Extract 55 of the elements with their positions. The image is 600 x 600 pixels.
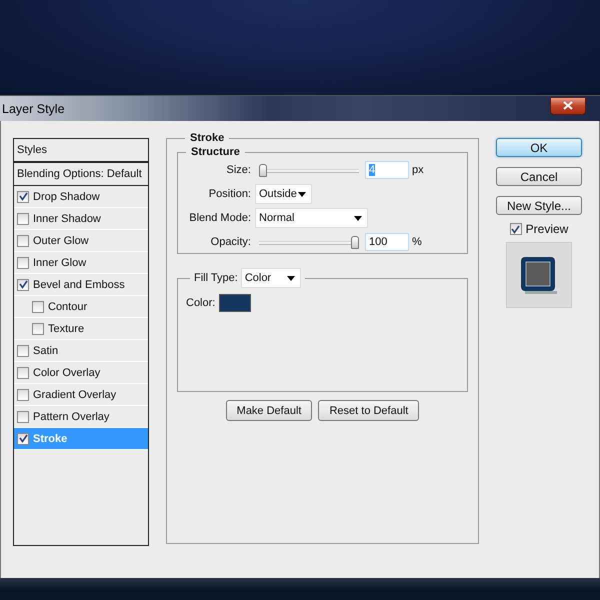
checkbox[interactable] xyxy=(17,256,29,268)
checkbox[interactable] xyxy=(17,234,29,246)
unit-label: % xyxy=(412,236,422,248)
checkbox[interactable] xyxy=(17,344,29,356)
field-label: Position: xyxy=(208,188,252,200)
field-label: Fill Type: xyxy=(194,272,238,284)
slider-thumb[interactable] xyxy=(259,164,267,176)
style-list-item[interactable]: Inner Glow xyxy=(14,252,148,274)
field-label: Blend Mode: xyxy=(188,212,252,224)
checkbox[interactable] xyxy=(17,212,29,224)
checkbox[interactable] xyxy=(17,366,29,378)
caret-icon xyxy=(354,216,362,220)
dropdown[interactable]: Normal xyxy=(255,208,368,228)
style-list-item[interactable]: Blending Options: Default xyxy=(14,163,148,186)
dialog-button[interactable]: New Style... xyxy=(496,196,582,215)
style-list-item[interactable]: Satin xyxy=(14,340,148,362)
caret-icon xyxy=(286,276,295,280)
default-button[interactable]: Reset to Default xyxy=(318,400,420,421)
checkbox[interactable] xyxy=(17,432,29,444)
default-button[interactable]: Make Default xyxy=(226,400,312,421)
style-list-item[interactable]: Contour xyxy=(14,296,148,318)
style-list-item[interactable]: Color Overlay xyxy=(14,362,148,384)
window-title: Layer Style xyxy=(2,102,65,116)
preview-checkbox[interactable] xyxy=(510,223,522,235)
dialog-button[interactable]: Cancel xyxy=(496,167,582,186)
close-button[interactable] xyxy=(550,96,586,114)
group-title: Structure xyxy=(190,146,241,158)
color-swatch[interactable] xyxy=(219,294,252,312)
field-label: Size: xyxy=(226,164,252,176)
number-field[interactable]: 100 xyxy=(365,233,409,251)
dropdown[interactable]: Color xyxy=(240,268,301,288)
unit-label: px xyxy=(412,164,424,176)
style-list-item[interactable]: Outer Glow xyxy=(14,230,148,252)
square-preview-drawing xyxy=(519,255,559,295)
field-label: Opacity: xyxy=(210,236,252,248)
style-list-item[interactable]: Gradient Overlay xyxy=(14,384,148,406)
style-list-item[interactable]: Bevel and Emboss xyxy=(14,274,148,296)
dropdown[interactable]: Outside xyxy=(255,184,312,204)
checkbox[interactable] xyxy=(17,410,29,422)
checkbox[interactable] xyxy=(17,388,29,400)
field-label: Color: xyxy=(186,297,216,309)
checkbox[interactable] xyxy=(17,278,29,290)
style-list-item[interactable]: Drop Shadow xyxy=(14,186,148,208)
close-icon xyxy=(563,101,573,110)
caret-icon xyxy=(298,192,306,196)
group-title: Stroke xyxy=(189,132,226,144)
checkbox[interactable] xyxy=(17,190,29,202)
checkbox[interactable] xyxy=(32,300,44,312)
preview-label: Preview xyxy=(526,222,568,236)
style-list-item[interactable]: Texture xyxy=(14,318,148,340)
slider-thumb[interactable] xyxy=(351,236,359,248)
style-list-item[interactable]: Inner Shadow xyxy=(14,208,148,230)
checkbox[interactable] xyxy=(32,322,44,334)
dialog-button[interactable]: OK xyxy=(496,138,582,157)
style-list-item[interactable]: Styles xyxy=(14,139,148,163)
